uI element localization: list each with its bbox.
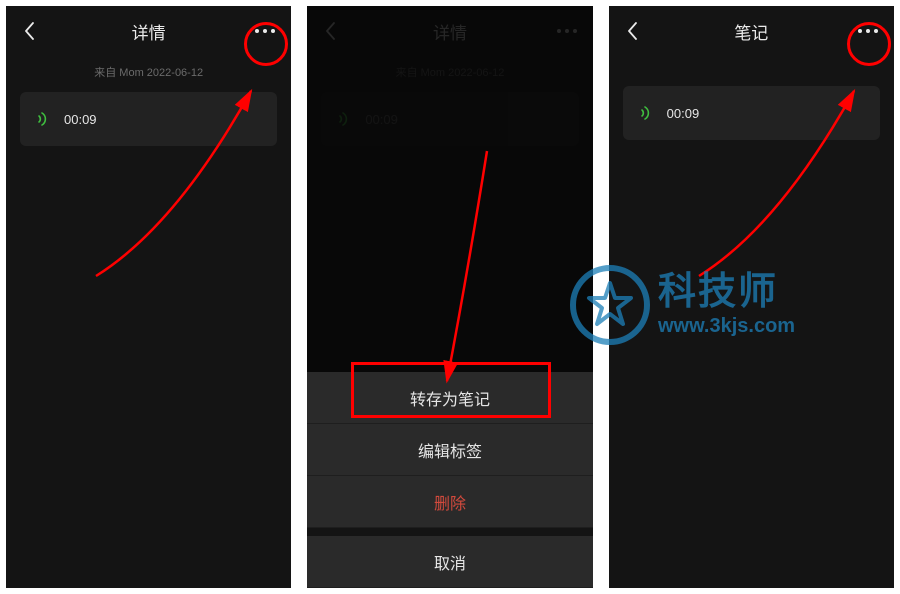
back-icon[interactable] <box>621 19 645 43</box>
sound-wave-icon <box>637 103 657 123</box>
sheet-item-convert-to-note[interactable]: 转存为笔记 <box>307 372 592 424</box>
voice-message-card[interactable]: 00:09 <box>321 92 578 146</box>
voice-duration: 00:09 <box>64 112 97 127</box>
action-sheet: 转存为笔记 编辑标签 删除 取消 <box>307 372 592 588</box>
sheet-item-delete[interactable]: 删除 <box>307 476 592 528</box>
page-title: 笔记 <box>734 19 768 44</box>
sheet-item-edit-tags[interactable]: 编辑标签 <box>307 424 592 476</box>
voice-message-card[interactable]: 00:09 <box>623 86 880 140</box>
annotation-arrow <box>397 146 517 396</box>
meta-source-line: 来自 Mom 2022-06-12 <box>6 64 291 80</box>
sound-wave-icon <box>335 109 355 129</box>
topbar: 详情 <box>6 6 291 56</box>
voice-message-card[interactable]: 00:09 <box>20 92 277 146</box>
sheet-item-cancel[interactable]: 取消 <box>307 536 592 588</box>
back-icon[interactable] <box>319 19 343 43</box>
voice-duration: 00:09 <box>365 112 398 127</box>
voice-duration: 00:09 <box>667 106 700 121</box>
phone-screen-3: 笔记 00:09 <box>609 6 894 588</box>
topbar: 详情 <box>307 6 592 56</box>
sheet-separator <box>307 528 592 536</box>
page-title: 详情 <box>433 19 467 44</box>
page-title: 详情 <box>132 19 166 44</box>
phone-screen-1: 详情 来自 Mom 2022-06-12 00:09 <box>6 6 291 588</box>
sound-wave-icon <box>34 109 54 129</box>
meta-source-line: 来自 Mom 2022-06-12 <box>307 64 592 80</box>
more-icon[interactable] <box>251 17 279 45</box>
topbar: 笔记 <box>609 6 894 56</box>
more-icon[interactable] <box>854 17 882 45</box>
back-icon[interactable] <box>18 19 42 43</box>
more-icon[interactable] <box>553 17 581 45</box>
phone-screen-2: 详情 来自 Mom 2022-06-12 00:09 转存为笔记 编辑标签 删除… <box>307 6 592 588</box>
